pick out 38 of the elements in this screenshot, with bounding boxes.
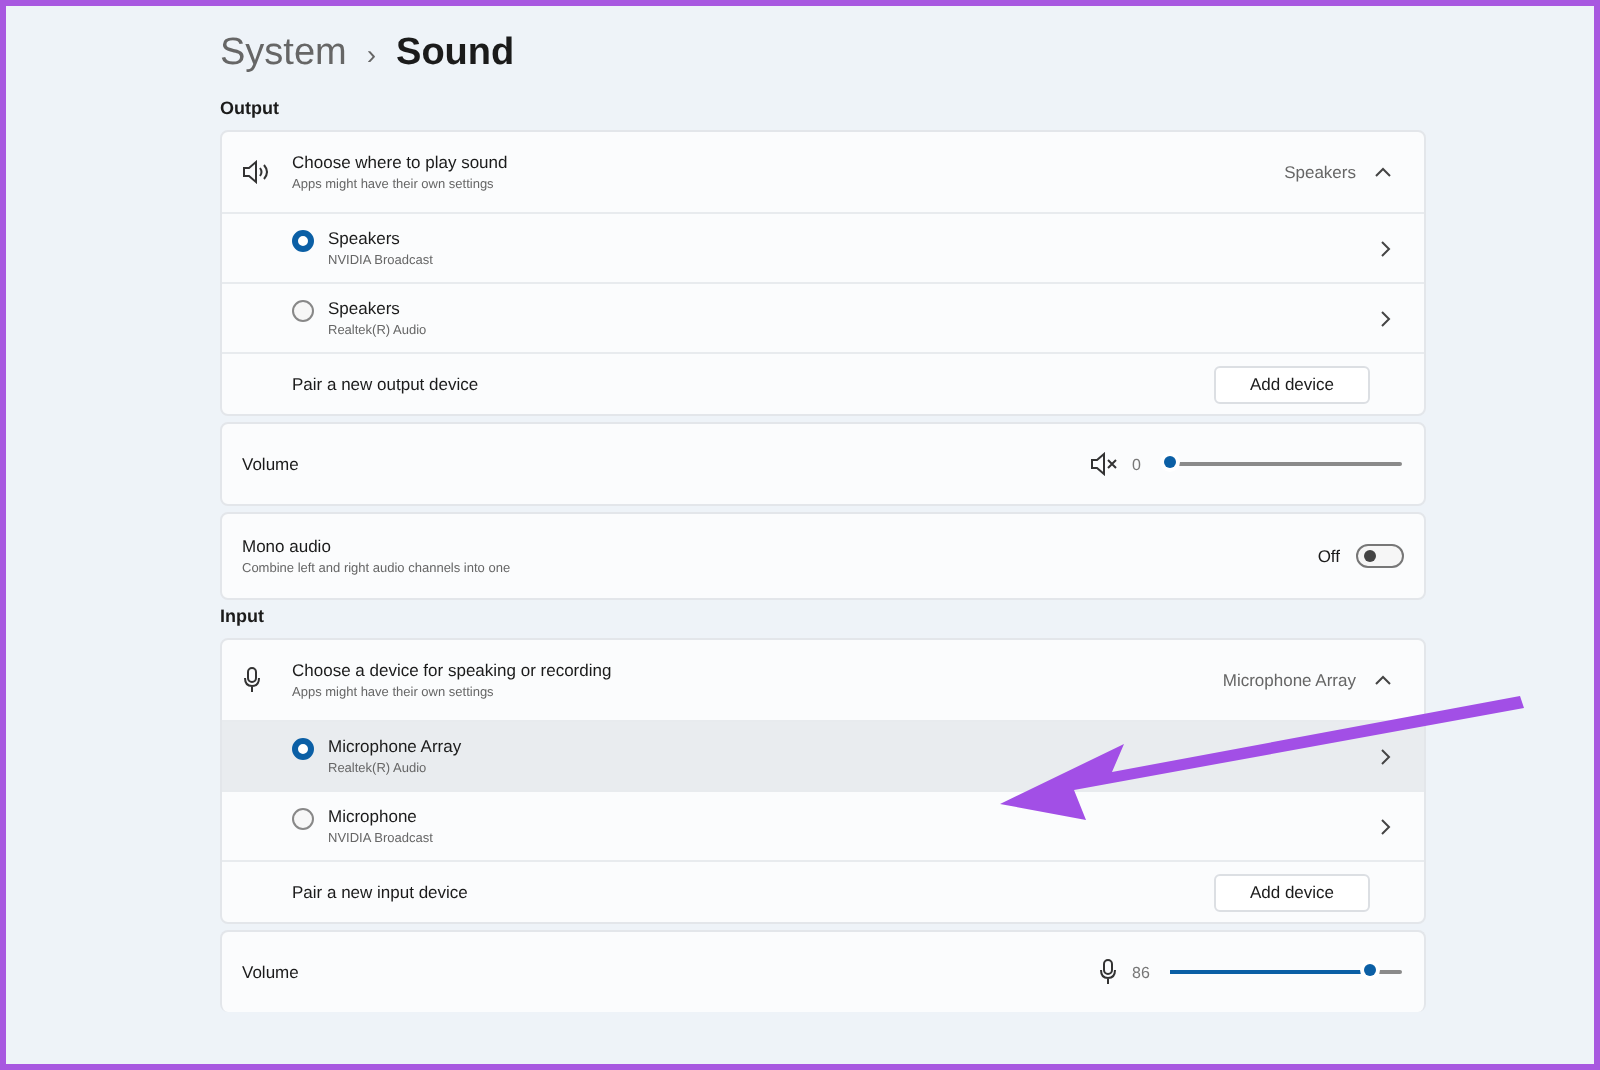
chevron-up-icon[interactable] — [1374, 166, 1392, 178]
current-device: Microphone Array — [1222, 670, 1356, 690]
volume-reading: 0 — [1132, 455, 1143, 473]
setting-title: Volume — [242, 454, 301, 474]
section-heading: Input — [220, 606, 266, 626]
pair-device-label: Pair a new output device — [292, 374, 479, 394]
microphone-icon — [1098, 958, 1118, 986]
radio-button[interactable] — [292, 230, 314, 252]
setting-title: Volume — [242, 962, 301, 982]
add-device-button[interactable]: Add device — [1214, 365, 1370, 403]
chevron-right-icon[interactable] — [1380, 747, 1392, 765]
toggle-state-label: Off — [1317, 546, 1340, 566]
pair-device-label: Pair a new input device — [292, 882, 468, 902]
volume-reading: 86 — [1132, 963, 1152, 981]
microphone-icon — [242, 666, 262, 694]
section-heading: Output — [220, 98, 281, 118]
radio-button[interactable] — [292, 300, 314, 322]
breadcrumb-separator: › — [366, 38, 377, 70]
device-name: Speakers — [328, 298, 402, 318]
radio-button[interactable] — [292, 808, 314, 830]
device-name: Microphone Array — [328, 736, 464, 756]
current-device: Speakers — [1284, 162, 1356, 182]
setting-title: Mono audio — [242, 536, 333, 556]
chevron-right-icon[interactable] — [1380, 817, 1392, 835]
device-name: Speakers — [328, 228, 402, 248]
muted-speaker-icon — [1090, 452, 1118, 476]
toggle-switch[interactable] — [1356, 544, 1404, 568]
speaker-icon — [242, 160, 270, 184]
setting-title: Choose a device for speaking or recording — [292, 660, 614, 680]
breadcrumb-parent[interactable]: System — [220, 32, 347, 76]
chevron-right-icon[interactable] — [1380, 239, 1392, 257]
add-device-button[interactable]: Add device — [1214, 873, 1370, 911]
radio-button[interactable] — [292, 738, 314, 760]
page-title: Sound — [396, 32, 515, 76]
chevron-up-icon[interactable] — [1374, 674, 1392, 686]
device-name: Microphone — [328, 806, 419, 826]
setting-title: Choose where to play sound — [292, 152, 510, 172]
chevron-right-icon[interactable] — [1380, 309, 1392, 327]
